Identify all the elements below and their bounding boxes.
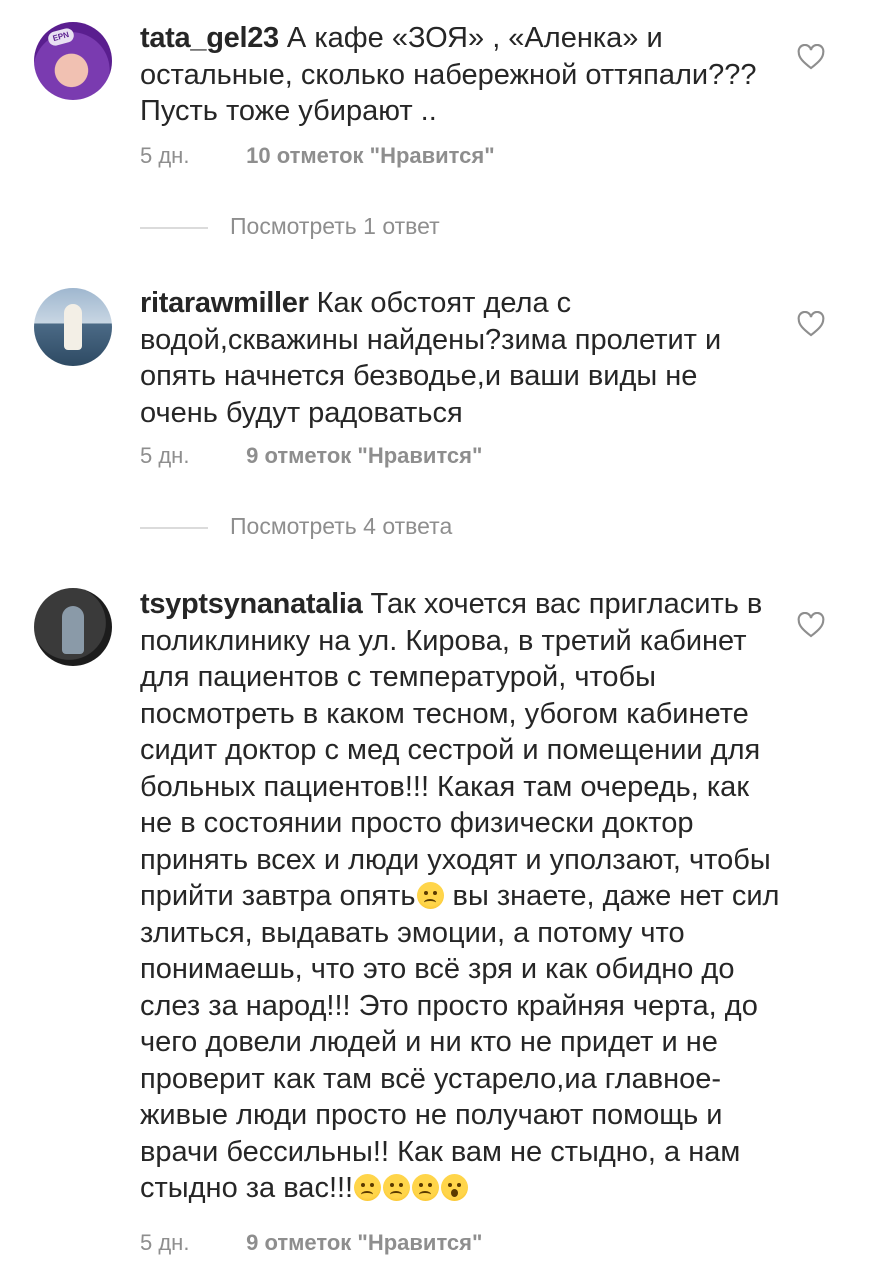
view-replies-label: Посмотреть 1 ответ — [230, 213, 440, 239]
comment-text: tata_gel23 А кафе «ЗОЯ» , «Аленка» и ост… — [140, 20, 780, 130]
crying-face-emoji — [383, 1174, 411, 1201]
crying-face-emoji — [412, 1174, 440, 1201]
comment-likes[interactable]: 10 отметок "Нравится" — [246, 143, 495, 168]
avatar-figure — [64, 304, 82, 350]
crying-face-emoji — [416, 882, 444, 909]
comment-meta: 5 дн. 9 отметок "Нравится" — [140, 1230, 482, 1256]
comment-username[interactable]: tsyptsynanatalia — [140, 588, 363, 620]
comment-username[interactable]: ritarawmiller — [140, 287, 309, 319]
comment-likes[interactable]: 9 отметок "Нравится" — [246, 443, 482, 468]
crying-face-emoji — [354, 1174, 382, 1201]
heart-icon[interactable] — [797, 44, 825, 70]
comment-time: 5 дн. — [140, 143, 190, 168]
comment-meta: 5 дн. 10 отметок "Нравится" — [140, 143, 495, 169]
view-replies-button[interactable]: Посмотреть 1 ответ — [140, 213, 640, 243]
replies-divider — [140, 227, 208, 229]
comment-likes[interactable]: 9 отметок "Нравится" — [246, 1230, 482, 1255]
comment-text: ritarawmiller Как обстоят дела с водой,с… — [140, 285, 780, 431]
view-replies-button[interactable]: Посмотреть 4 ответа — [140, 513, 640, 543]
avatar-figure — [62, 606, 84, 654]
avatar[interactable]: EPN — [34, 22, 112, 100]
comment-time: 5 дн. — [140, 443, 190, 468]
comment-text: tsyptsynanatalia Так хочется вас приглас… — [140, 586, 780, 1207]
avatar[interactable] — [34, 588, 112, 666]
comment-time: 5 дн. — [140, 1230, 190, 1255]
avatar[interactable] — [34, 288, 112, 366]
heart-icon[interactable] — [797, 311, 825, 337]
heart-icon[interactable] — [797, 612, 825, 638]
astonished-face-emoji — [441, 1174, 469, 1201]
replies-divider — [140, 527, 208, 529]
comment-body-part1: Так хочется вас пригласить в поликлинику… — [140, 588, 771, 912]
view-replies-label: Посмотреть 4 ответа — [230, 513, 453, 539]
comment-body-part2: вы знаете, даже нет сил злиться, выдават… — [140, 880, 780, 1204]
avatar-badge: EPN — [46, 26, 76, 48]
comment-meta: 5 дн. 9 отметок "Нравится" — [140, 443, 482, 469]
comment-username[interactable]: tata_gel23 — [140, 22, 279, 54]
